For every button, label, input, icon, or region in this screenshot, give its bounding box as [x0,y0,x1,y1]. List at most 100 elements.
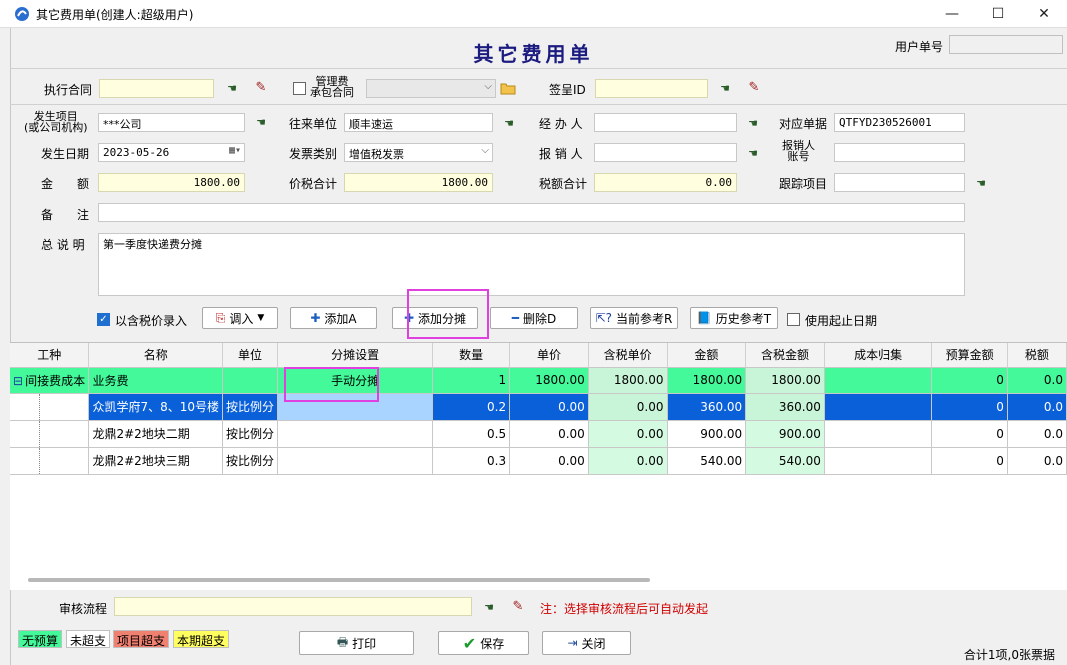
cell-budget[interactable]: 0 [931,393,1008,421]
cell-cost[interactable] [824,393,933,421]
cell-name[interactable]: 众凯学府7、8、10号楼 [88,393,224,421]
pointing-hand-icon[interactable]: ☚ [716,82,734,96]
cell-budget[interactable]: 0 [931,367,1008,394]
cell-price[interactable]: 0.00 [509,420,589,448]
cell-tax[interactable]: 0.0 [1007,447,1067,475]
column-header[interactable]: 工种 [10,343,90,368]
tax-entry-checkbox[interactable]: ✓ [97,313,110,326]
column-header[interactable]: 单价 [509,343,589,368]
use-date-range-checkbox[interactable] [787,313,800,326]
cell-tax-price[interactable]: 1800.00 [588,367,668,394]
pointing-hand-icon[interactable]: ☚ [500,117,518,131]
cell-budget[interactable]: 0 [931,420,1008,448]
import-button[interactable]: ⎘ 调入 ▼ [202,307,278,329]
column-header[interactable]: 数量 [432,343,511,368]
cell-unit[interactable]: 按比例分 [222,393,279,421]
project-field[interactable]: ***公司 [98,113,245,132]
amount-field[interactable]: 1800.00 [98,173,245,192]
cell-amount[interactable]: 900.00 [667,420,747,448]
cell-budget[interactable]: 0 [931,447,1008,475]
ref-doc-field[interactable]: QTFYD230526001 [834,113,965,132]
save-button[interactable]: ✔ 保存 [438,631,529,655]
date-picker[interactable]: 2023-05-26 ▦▾ [98,143,245,162]
cell-price[interactable]: 0.00 [509,447,589,475]
history-reference-button[interactable]: 📘 历史参考T [690,307,778,329]
cell-price[interactable]: 1800.00 [509,367,589,394]
reimburser-field[interactable] [594,143,737,162]
cell-unit[interactable]: 按比例分 [222,420,279,448]
cell-unit[interactable]: 按比例分 [222,447,279,475]
remark-field[interactable] [98,203,965,222]
edit-pen-icon[interactable]: ✎ [509,599,527,615]
horizontal-scrollbar[interactable] [28,578,650,582]
cell-amount[interactable]: 360.00 [667,393,747,421]
current-reference-button[interactable]: ⇱? 当前参考R [590,307,678,329]
cell-qty[interactable]: 0.3 [432,447,511,475]
cell-tax-price[interactable]: 0.00 [588,420,668,448]
cell-tax-price[interactable]: 0.00 [588,393,668,421]
cell-tax-amount[interactable]: 360.00 [745,393,825,421]
cell-tax[interactable]: 0.0 [1007,420,1067,448]
sign-id-field[interactable] [595,79,708,98]
print-button[interactable]: 🖶 打印 [299,631,414,655]
cell-qty[interactable]: 0.5 [432,420,511,448]
column-header[interactable]: 税额 [1007,343,1067,368]
cell-alloc[interactable] [277,447,434,475]
cell-qty[interactable]: 1 [432,367,511,394]
cell-tax-price[interactable]: 0.00 [588,447,668,475]
cell-type[interactable]: ⊟ 间接费成本 [10,367,90,394]
folder-icon[interactable] [500,81,516,95]
handler-field[interactable] [594,113,737,132]
edit-pen-icon[interactable]: ✎ [745,80,763,96]
pointing-hand-icon[interactable]: ☚ [252,116,270,130]
cell-price[interactable]: 0.00 [509,393,589,421]
column-header[interactable]: 金额 [667,343,747,368]
cell-name[interactable]: 业务费 [88,367,224,394]
cell-tax[interactable]: 0.0 [1007,393,1067,421]
pointing-hand-icon[interactable]: ☚ [972,177,990,191]
audit-flow-field[interactable] [114,597,472,616]
cell-amount[interactable]: 1800.00 [667,367,747,394]
mgmt-contract-select[interactable]: ⌵ [366,79,496,98]
track-project-field[interactable] [834,173,965,192]
cell-name[interactable]: 龙鼎2#2地块三期 [88,447,224,475]
close-button[interactable]: ⇥ 关闭 [542,631,631,655]
cell-cost[interactable] [824,367,933,394]
column-header[interactable]: 含税金额 [745,343,825,368]
total-tax-field[interactable]: 1800.00 [344,173,493,192]
invoice-type-select[interactable]: 增值税发票 ⌵ [344,143,493,162]
column-header[interactable]: 分摊设置 [277,343,434,368]
cell-tax-amount[interactable]: 1800.00 [745,367,825,394]
calendar-icon[interactable]: ▦▾ [229,145,241,156]
tax-total-field[interactable]: 0.00 [594,173,737,192]
cell-unit[interactable] [222,367,279,394]
cell-qty[interactable]: 0.2 [432,393,511,421]
close-window-button[interactable]: ✕ [1021,0,1067,28]
edit-pen-icon[interactable]: ✎ [252,80,270,96]
collapse-toggle-icon[interactable]: ⊟ [13,374,23,388]
table-row[interactable]: 龙鼎2#2地块三期 按比例分 0.3 0.00 0.00 540.00 540.00 0 0.0 [10,447,1067,475]
cell-tax[interactable]: 0.0 [1007,367,1067,394]
add-button[interactable]: ✚ 添加A [290,307,377,329]
partner-field[interactable]: 顺丰速运 [344,113,493,132]
detail-grid[interactable]: 工种 名称 单位 分摊设置 数量 单价 含税单价 金额 含税金额 成本归集 预算金额 税额 ⊟ 间接费成… [10,342,1067,590]
pointing-hand-icon[interactable]: ☚ [744,117,762,131]
delete-button[interactable]: ━ 删除D [490,307,578,329]
column-header[interactable]: 预算金额 [931,343,1008,368]
cell-cost[interactable] [824,447,933,475]
pointing-hand-icon[interactable]: ☚ [744,147,762,161]
cell-cost[interactable] [824,420,933,448]
cell-alloc[interactable] [277,420,434,448]
contract-field[interactable] [99,79,214,98]
cell-tax-amount[interactable]: 900.00 [745,420,825,448]
table-row-group[interactable]: ⊟ 间接费成本 业务费 手动分摊 1 1800.00 1800.00 1800.00 1800.… [10,367,1067,394]
maximize-button[interactable]: ☐ [975,0,1021,28]
pointing-hand-icon[interactable]: ☚ [480,601,498,615]
minimize-button[interactable]: — [929,0,975,28]
table-row[interactable]: 龙鼎2#2地块二期 按比例分 0.5 0.00 0.00 900.00 900.00 0 0.0 [10,420,1067,448]
column-header[interactable]: 名称 [88,343,224,368]
cell-name[interactable]: 龙鼎2#2地块二期 [88,420,224,448]
column-header[interactable]: 单位 [222,343,279,368]
mgmt-fee-checkbox[interactable] [293,82,306,95]
pointing-hand-icon[interactable]: ☚ [223,82,241,96]
